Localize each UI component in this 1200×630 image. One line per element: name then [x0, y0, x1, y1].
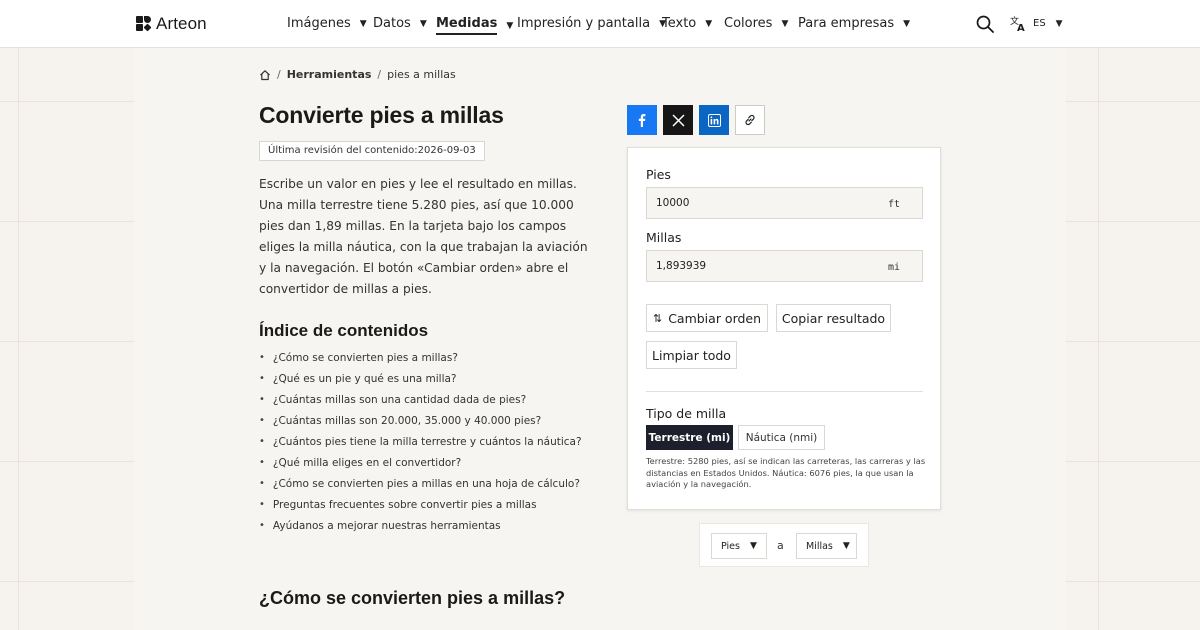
to-unit-select[interactable]: Millas ▼	[796, 533, 857, 559]
toc-item[interactable]: ¿Cómo se convierten pies a millas en una…	[259, 473, 582, 494]
toc-item[interactable]: ¿Cuántos pies tiene la milla terrestre y…	[259, 431, 582, 452]
share-bar	[627, 105, 765, 135]
from-unit: ft	[887, 199, 900, 210]
caret-down-icon: ▼	[419, 18, 427, 29]
caret-down-icon: ▼	[749, 541, 757, 551]
copy-link-button[interactable]	[735, 105, 765, 135]
section-heading: ¿Cómo se convierten pies a millas?	[259, 588, 566, 608]
divider	[646, 391, 923, 392]
nav-item-texto[interactable]: Texto ▼	[662, 16, 712, 31]
to-unit: mi	[887, 262, 900, 273]
svg-text:A: A	[1017, 23, 1025, 32]
toc-item[interactable]: ¿Cuántas millas son una cantidad dada de…	[259, 389, 582, 410]
mile-option-terrestre[interactable]: Terrestre (mi)	[646, 425, 733, 450]
logo-icon	[136, 16, 152, 32]
toc-item[interactable]: Preguntas frecuentes sobre convertir pie…	[259, 494, 582, 515]
top-header: Arteon Imágenes ▼ Datos ▼ Medidas ▼ Impresi…	[0, 0, 1200, 48]
share-linkedin-button[interactable]	[699, 105, 729, 135]
page-title: Convierte pies a millas	[259, 102, 504, 128]
caret-down-icon: ▼	[1055, 18, 1063, 29]
nav-item-datos[interactable]: Datos ▼	[373, 16, 427, 31]
breadcrumb-current: pies a millas	[387, 68, 456, 81]
translate-icon: 文 A	[1010, 15, 1025, 32]
toc-item[interactable]: ¿Cómo se convierten pies a millas?	[259, 347, 582, 368]
caret-down-icon: ▼	[903, 18, 911, 29]
from-label: Pies	[646, 167, 671, 182]
miles-input[interactable]	[647, 251, 877, 281]
swap-arrows-icon: ⇅	[652, 311, 663, 325]
revision-badge: Última revisión del contenido:2026-09-03	[259, 141, 485, 161]
mile-option-nautica[interactable]: Náutica (nmi)	[738, 425, 825, 450]
caret-down-icon: ▼	[506, 20, 514, 31]
mile-type-note: Terrestre: 5280 pies, así se indican las…	[646, 456, 926, 489]
nav-item-colores[interactable]: Colores ▼	[724, 16, 788, 31]
caret-down-icon: ▼	[781, 18, 789, 29]
swap-order-button[interactable]: ⇅ Cambiar orden	[646, 304, 768, 332]
from-unit-select[interactable]: Pies ▼	[711, 533, 767, 559]
to-label: Millas	[646, 230, 682, 245]
feet-input[interactable]	[647, 188, 877, 218]
caret-down-icon: ▼	[359, 18, 367, 29]
converter-card: Pies ft Millas mi ⇅Cambiar orden Copiar …	[627, 147, 941, 510]
from-field[interactable]: ft	[646, 187, 923, 219]
unit-connector: a	[777, 539, 784, 552]
home-icon[interactable]	[259, 69, 271, 81]
search-icon[interactable]	[976, 15, 994, 33]
x-icon	[671, 113, 685, 127]
to-field[interactable]: mi	[646, 250, 923, 282]
nav-item-medidas[interactable]: Medidas ▼	[436, 16, 513, 35]
caret-down-icon: ▼	[705, 18, 713, 29]
share-facebook-button[interactable]	[627, 105, 657, 135]
intro-paragraph: Escribe un valor en pies y lee el result…	[259, 177, 588, 296]
toc-item[interactable]: ¿Cuántas millas son 20.000, 35.000 y 40.…	[259, 410, 582, 431]
breadcrumb-section[interactable]: Herramientas	[287, 68, 372, 81]
clear-all-button[interactable]: Limpiar todo	[646, 341, 737, 369]
language-code: ES	[1033, 18, 1046, 29]
link-icon	[745, 114, 755, 126]
nav-item-empresas[interactable]: Para empresas ▼	[798, 16, 910, 31]
copy-result-button[interactable]: Copiar resultado	[776, 304, 891, 332]
caret-down-icon: ▼	[842, 541, 850, 551]
table-of-contents: ¿Cómo se convierten pies a millas? ¿Qué …	[259, 347, 582, 536]
toc-item[interactable]: Ayúdanos a mejorar nuestras herramientas	[259, 515, 582, 536]
language-selector[interactable]: 文 A ES ▼	[1010, 15, 1063, 32]
unit-selector: Pies ▼ a Millas ▼	[699, 523, 869, 567]
brand-logo[interactable]: Arteon	[136, 14, 207, 34]
toc-item[interactable]: ¿Qué milla eliges en el convertidor?	[259, 452, 582, 473]
toc-title: Índice de contenidos	[259, 321, 429, 340]
toc-item[interactable]: ¿Qué es un pie y qué es una milla?	[259, 368, 582, 389]
breadcrumb: / Herramientas / pies a millas	[259, 68, 456, 81]
nav-item-impresion[interactable]: Impresión y pantalla ▼	[517, 16, 666, 31]
facebook-icon	[638, 114, 646, 127]
brand-name: Arteon	[156, 14, 207, 33]
nav-item-imagenes[interactable]: Imágenes ▼	[287, 16, 367, 31]
share-x-button[interactable]	[663, 105, 693, 135]
mile-type-label: Tipo de milla	[646, 406, 727, 421]
linkedin-icon	[707, 113, 721, 127]
